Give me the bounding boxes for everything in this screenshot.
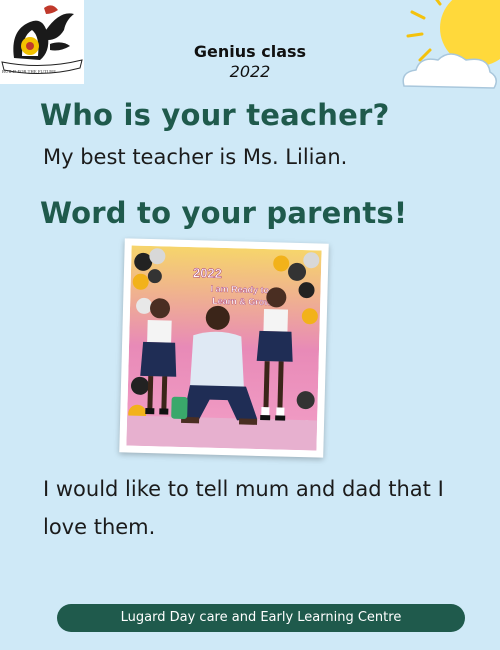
banner-line-3: Learn & Grow: [212, 296, 272, 308]
question-heading-teacher: Who is your teacher?: [40, 98, 390, 132]
question-heading-parents: Word to your parents!: [40, 196, 408, 230]
banner-line-2: I am Ready to: [210, 284, 269, 296]
footer-school-name: Lugard Day care and Early Learning Centr…: [57, 604, 465, 632]
svg-text:I am Ready to: I am Ready to: [210, 284, 269, 296]
class-year: 2022: [229, 62, 271, 81]
banner-year: 2022: [193, 265, 222, 281]
svg-text:Learn & Grow: Learn & Grow: [212, 296, 272, 308]
answer-parents: I would like to tell mum and dad that I …: [43, 477, 444, 539]
svg-text:2022: 2022: [193, 265, 222, 281]
student-photo: 2022 I am Ready to Learn & Grow: [119, 238, 329, 458]
answer-teacher: My best teacher is Ms. Lilian.: [43, 145, 348, 169]
class-name: Genius class: [193, 42, 307, 61]
